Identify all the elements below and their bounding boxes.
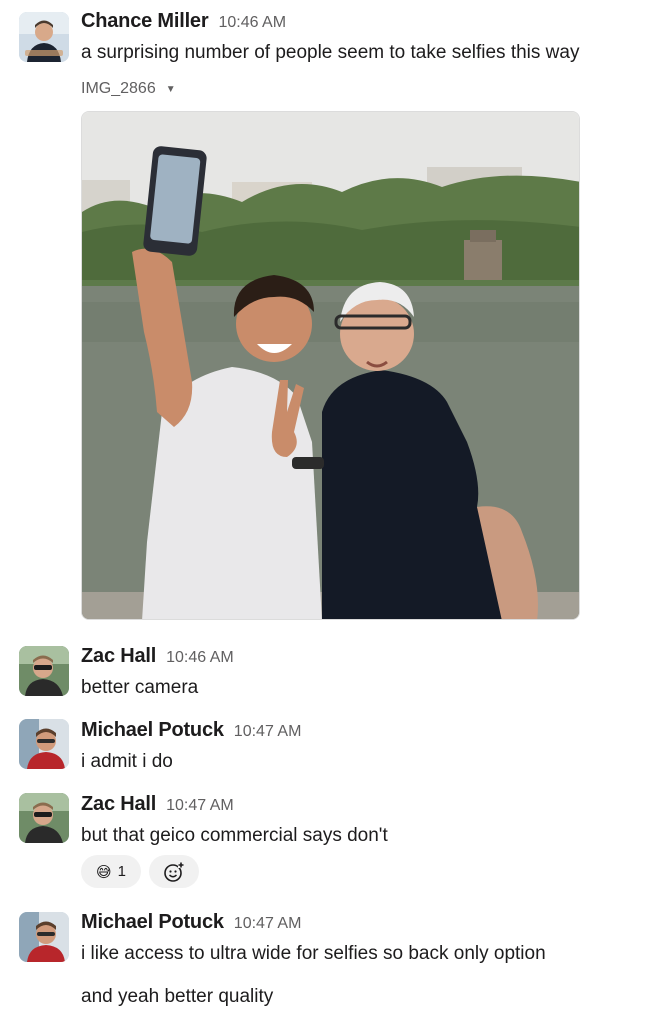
author-name[interactable]: Zac Hall [81, 793, 156, 816]
message-header: Zac Hall 10:46 AM [81, 645, 234, 668]
author-name[interactable]: Zac Hall [81, 645, 156, 668]
reaction-sweat-smile[interactable]: 😅 1 [81, 855, 141, 888]
timestamp[interactable]: 10:46 AM [218, 14, 286, 32]
timestamp[interactable]: 10:47 AM [234, 723, 302, 741]
timestamp[interactable]: 10:47 AM [234, 915, 302, 933]
message-header: Michael Potuck 10:47 AM [81, 911, 301, 934]
caret-down-icon[interactable]: ▼ [166, 84, 176, 95]
message-text: but that geico commercial says don't [81, 825, 388, 846]
message-header: Michael Potuck 10:47 AM [81, 719, 301, 742]
avatar-michael-potuck[interactable] [19, 912, 69, 962]
timestamp[interactable]: 10:46 AM [166, 649, 234, 667]
add-reaction-button[interactable] [149, 855, 199, 888]
message-text: i admit i do [81, 751, 173, 772]
avatar-zac-hall[interactable] [19, 793, 69, 843]
message-text: a surprising number of people seem to ta… [81, 42, 580, 63]
message-text: i like access to ultra wide for selfies … [81, 943, 546, 964]
filename-label: IMG_2866 [81, 80, 156, 97]
message-header: Chance Miller 10:46 AM [81, 10, 286, 33]
image-attachment[interactable] [81, 111, 580, 620]
author-name[interactable]: Chance Miller [81, 10, 209, 33]
avatar-chance-miller[interactable] [19, 12, 69, 62]
reactions-bar: 😅 1 [81, 855, 199, 888]
timestamp[interactable]: 10:47 AM [166, 797, 234, 815]
selfie-photo [82, 112, 579, 619]
sweat-smile-emoji: 😅 [96, 863, 112, 881]
reaction-count: 1 [117, 863, 126, 880]
message-text-continuation: and yeah better quality [81, 986, 274, 1007]
attachment-filename[interactable]: IMG_2866 ▼ [81, 80, 176, 98]
author-name[interactable]: Michael Potuck [81, 911, 224, 934]
avatar-michael-potuck[interactable] [19, 719, 69, 769]
author-name[interactable]: Michael Potuck [81, 719, 224, 742]
add-reaction-icon [164, 861, 184, 882]
avatar-zac-hall[interactable] [19, 646, 69, 696]
message-text: better camera [81, 677, 199, 698]
message-header: Zac Hall 10:47 AM [81, 793, 234, 816]
